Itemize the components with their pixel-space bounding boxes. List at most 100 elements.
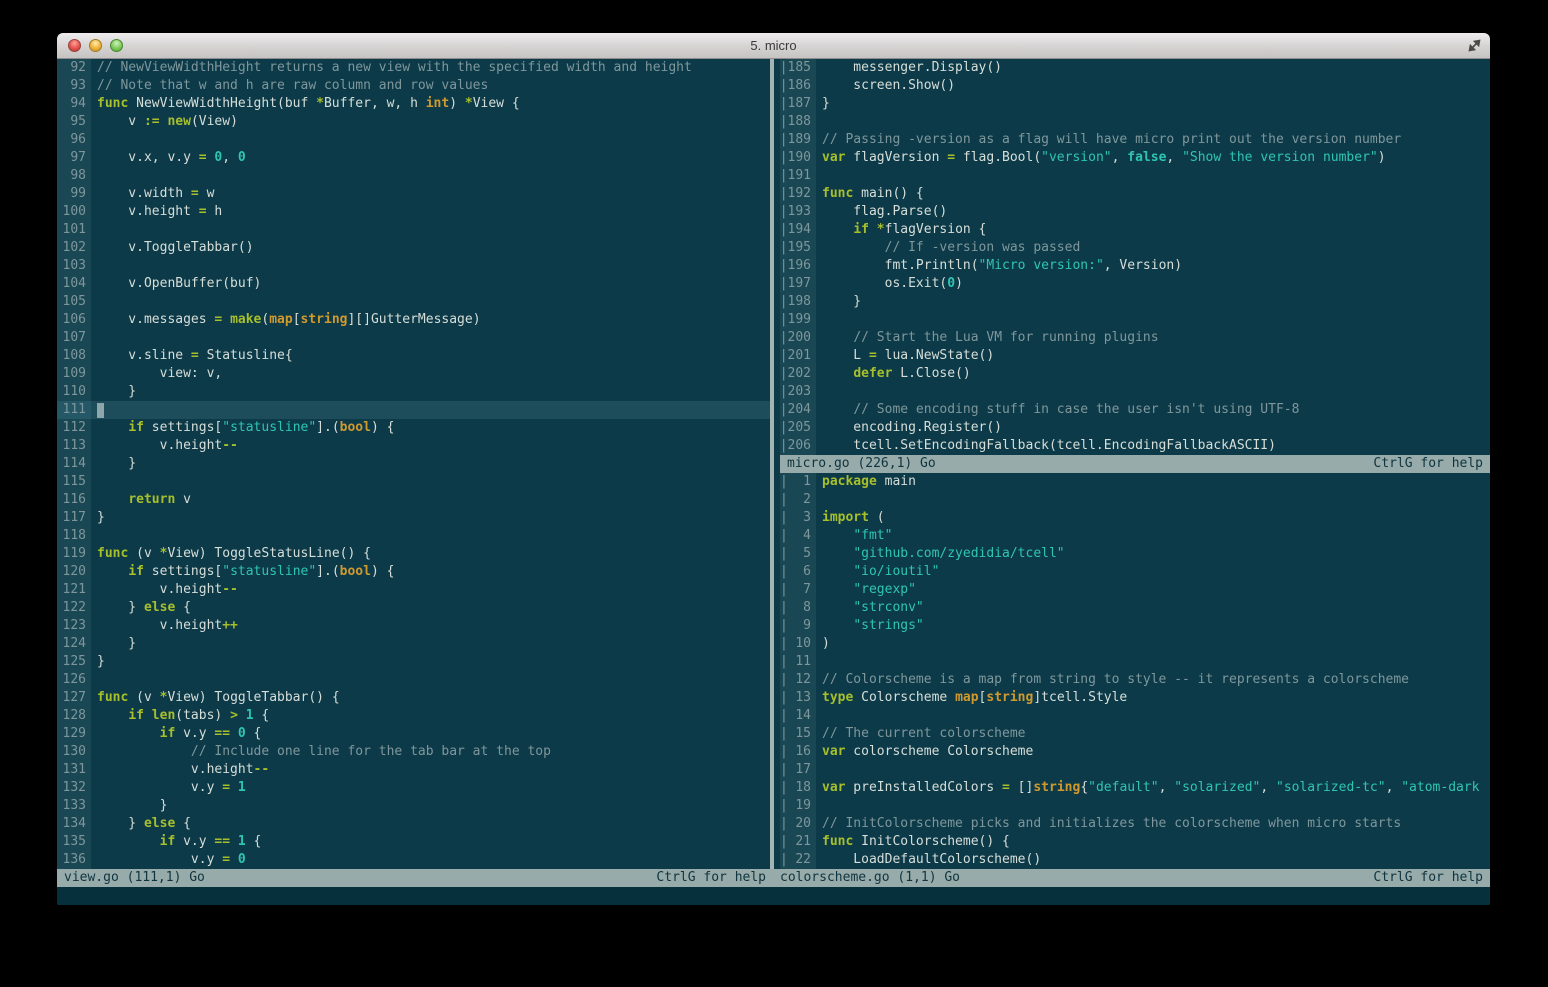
code-line[interactable]: | 13 type Colorscheme map[string]tcell.Sty… bbox=[780, 689, 1490, 707]
code-line[interactable]: | 187} bbox=[780, 95, 1490, 113]
code-line[interactable]: | 4 "fmt" bbox=[780, 527, 1490, 545]
code-line[interactable]: | 10) bbox=[780, 635, 1490, 653]
code-line[interactable]: | 6 "io/ioutil" bbox=[780, 563, 1490, 581]
code-line[interactable]: | 189 // Passing -version as a flag will h… bbox=[780, 131, 1490, 149]
code-line[interactable]: 133 } bbox=[57, 797, 770, 815]
code-line[interactable]: 113 v.height-- bbox=[57, 437, 770, 455]
code-line[interactable]: 117} bbox=[57, 509, 770, 527]
code-line[interactable]: | 19 bbox=[780, 797, 1490, 815]
code-text: tcell.SetEncodingFallback(tcell.Encoding… bbox=[822, 438, 1276, 453]
code-line[interactable]: 124 } bbox=[57, 635, 770, 653]
code-line[interactable]: | 3 import ( bbox=[780, 509, 1490, 527]
code-text: } bbox=[97, 636, 137, 651]
code-line[interactable]: 131 v.height-- bbox=[57, 761, 770, 779]
code-line[interactable]: | 202 defer L.Close() bbox=[780, 365, 1490, 383]
code-line[interactable]: 110 } bbox=[57, 383, 770, 401]
code-line[interactable]: 132 v.y = 1 bbox=[57, 779, 770, 797]
code-line[interactable]: 118 bbox=[57, 527, 770, 545]
code-line[interactable]: | 194 if *flagVersion { bbox=[780, 221, 1490, 239]
code-line[interactable]: | 195 // If -version was passed bbox=[780, 239, 1490, 257]
code-line[interactable]: | 201 L = lua.NewState() bbox=[780, 347, 1490, 365]
code-line[interactable]: | 190 var flagVersion = flag.Bool("version… bbox=[780, 149, 1490, 167]
pane-colorscheme-go[interactable]: | 1 package main | 2 | 3 import (| 4 "fmt" | 5 "gi… bbox=[780, 473, 1490, 869]
code-line[interactable]: 115 bbox=[57, 473, 770, 491]
code-line[interactable]: 100 v.height = h bbox=[57, 203, 770, 221]
code-line[interactable]: | 198 } bbox=[780, 293, 1490, 311]
code-line[interactable]: 120 if settings["statusline"].(bool) { bbox=[57, 563, 770, 581]
code-line[interactable]: | 193 flag.Parse() bbox=[780, 203, 1490, 221]
code-line[interactable]: | 5 "github.com/zyedidia/tcell" bbox=[780, 545, 1490, 563]
code-line[interactable]: 119 func (v *View) ToggleStatusLine() { bbox=[57, 545, 770, 563]
code-line[interactable]: | 11 bbox=[780, 653, 1490, 671]
code-line[interactable]: | 8 "strconv" bbox=[780, 599, 1490, 617]
code-line[interactable]: | 17 bbox=[780, 761, 1490, 779]
code-line[interactable]: 135 if v.y == 1 { bbox=[57, 833, 770, 851]
code-line[interactable]: | 185 messenger.Display() bbox=[780, 59, 1490, 77]
code-line[interactable]: 97 v.x, v.y = 0, 0 bbox=[57, 149, 770, 167]
code-line[interactable]: | 199 bbox=[780, 311, 1490, 329]
pane-view-go[interactable]: 92 // NewViewWidthHeight returns a new vi… bbox=[57, 59, 770, 869]
code-line[interactable]: 95 v := new(View) bbox=[57, 113, 770, 131]
code-line[interactable]: | 197 os.Exit(0) bbox=[780, 275, 1490, 293]
code-line[interactable]: | 20 // InitColorscheme picks and initiali… bbox=[780, 815, 1490, 833]
code-line[interactable]: 106 v.messages = make(map[string][]Gutte… bbox=[57, 311, 770, 329]
code-line[interactable]: 121 v.height-- bbox=[57, 581, 770, 599]
code-line[interactable]: | 2 bbox=[780, 491, 1490, 509]
code-line[interactable]: 112 if settings["statusline"].(bool) { bbox=[57, 419, 770, 437]
code-line[interactable]: | 191 bbox=[780, 167, 1490, 185]
code-line[interactable]: | 203 bbox=[780, 383, 1490, 401]
code-line[interactable]: 99 v.width = w bbox=[57, 185, 770, 203]
code-line[interactable]: | 15 // The current colorscheme bbox=[780, 725, 1490, 743]
code-line[interactable]: 127 func (v *View) ToggleTabbar() { bbox=[57, 689, 770, 707]
window-titlebar[interactable]: 5. micro bbox=[57, 33, 1490, 59]
code-line[interactable]: 136 v.y = 0 bbox=[57, 851, 770, 869]
code-line[interactable]: | 14 bbox=[780, 707, 1490, 725]
code-line[interactable]: | 205 encoding.Register() bbox=[780, 419, 1490, 437]
code-line[interactable]: | 12 // Colorscheme is a map from string t… bbox=[780, 671, 1490, 689]
code-line[interactable]: 107 bbox=[57, 329, 770, 347]
code-line[interactable]: 134 } else { bbox=[57, 815, 770, 833]
code-line[interactable]: 116 return v bbox=[57, 491, 770, 509]
code-line[interactable]: | 188 bbox=[780, 113, 1490, 131]
code-line[interactable]: 129 if v.y == 0 { bbox=[57, 725, 770, 743]
code-line[interactable]: 102 v.ToggleTabbar() bbox=[57, 239, 770, 257]
code-line[interactable]: | 206 tcell.SetEncodingFallback(tcell.Enc… bbox=[780, 437, 1490, 455]
line-number: 115 bbox=[57, 473, 91, 491]
pane-micro-go[interactable]: | 185 messenger.Display() | 186 screen.Show… bbox=[780, 59, 1490, 455]
code-line[interactable]: | 192 func main() { bbox=[780, 185, 1490, 203]
code-line[interactable]: 101 bbox=[57, 221, 770, 239]
code-line[interactable]: | 200 // Start the Lua VM for running plu… bbox=[780, 329, 1490, 347]
code-line[interactable]: 126 bbox=[57, 671, 770, 689]
code-line[interactable]: 94 func NewViewWidthHeight(buf *Buffer, w… bbox=[57, 95, 770, 113]
code-line[interactable]: 114 } bbox=[57, 455, 770, 473]
code-line[interactable]: 111 bbox=[57, 401, 770, 419]
code-line[interactable]: 130 // Include one line for the tab bar … bbox=[57, 743, 770, 761]
code-line[interactable]: | 196 fmt.Println("Micro version:", Versi… bbox=[780, 257, 1490, 275]
code-line[interactable]: 104 v.OpenBuffer(buf) bbox=[57, 275, 770, 293]
code-line[interactable]: 123 v.height++ bbox=[57, 617, 770, 635]
code-line[interactable]: 105 bbox=[57, 293, 770, 311]
code-line[interactable]: 92 // NewViewWidthHeight returns a new vi… bbox=[57, 59, 770, 77]
code-line[interactable]: 125} bbox=[57, 653, 770, 671]
code-line[interactable]: | 9 "strings" bbox=[780, 617, 1490, 635]
fullscreen-icon[interactable] bbox=[1467, 38, 1482, 53]
code-line[interactable]: | 186 screen.Show() bbox=[780, 77, 1490, 95]
code-line[interactable]: | 7 "regexp" bbox=[780, 581, 1490, 599]
code-line[interactable]: 109 view: v, bbox=[57, 365, 770, 383]
code-line[interactable]: 108 v.sline = Statusline{ bbox=[57, 347, 770, 365]
command-line[interactable] bbox=[57, 887, 1490, 905]
code-line[interactable]: | 18 var preInstalledColors = []string{"de… bbox=[780, 779, 1490, 797]
code-line[interactable]: | 21 func InitColorscheme() { bbox=[780, 833, 1490, 851]
code-line[interactable]: 103 bbox=[57, 257, 770, 275]
code-line[interactable]: | 204 // Some encoding stuff in case the … bbox=[780, 401, 1490, 419]
code-line[interactable]: 93 // Note that w and h are raw column an… bbox=[57, 77, 770, 95]
code-line[interactable]: | 16 var colorscheme Colorscheme bbox=[780, 743, 1490, 761]
split-divider[interactable] bbox=[770, 59, 780, 869]
statusbar-help-hint: CtrlG for help bbox=[656, 870, 766, 885]
code-line[interactable]: 128 if len(tabs) > 1 { bbox=[57, 707, 770, 725]
code-line[interactable]: 98 bbox=[57, 167, 770, 185]
code-line[interactable]: 122 } else { bbox=[57, 599, 770, 617]
code-line[interactable]: | 1 package main bbox=[780, 473, 1490, 491]
code-line[interactable]: | 22 LoadDefaultColorscheme() bbox=[780, 851, 1490, 869]
code-line[interactable]: 96 bbox=[57, 131, 770, 149]
